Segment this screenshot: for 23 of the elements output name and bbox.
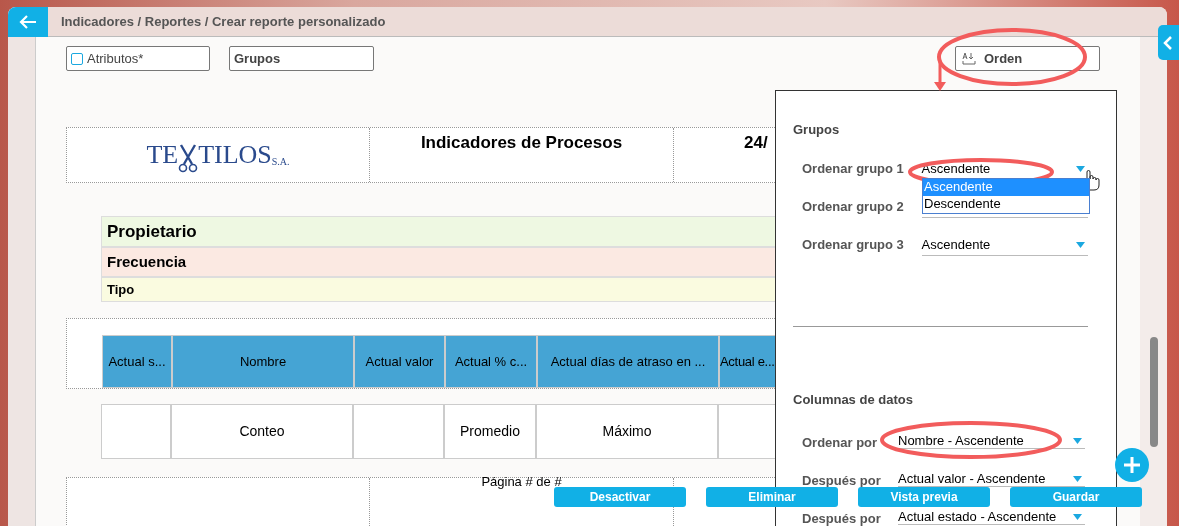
report-title: Indicadores de Procesos: [420, 132, 623, 154]
field-label: Después por: [802, 472, 882, 490]
report-date: 24/: [744, 132, 768, 154]
column-header: Nombre: [172, 335, 354, 388]
section-title: Columnas de datos: [793, 390, 914, 409]
column-header: Actual valor: [354, 335, 445, 388]
column-header: Actual % c...: [445, 335, 537, 388]
table-cell: Promedio: [444, 404, 536, 459]
company-logo: TE TILOSS.A.: [146, 142, 290, 168]
field-label: Ordenar grupo 3: [802, 236, 905, 255]
column-header: Actual días de atraso en ...: [537, 335, 719, 388]
field-label: Ordenar por: [802, 434, 879, 452]
field-label: Después por: [802, 510, 882, 526]
group-label: Propietario: [107, 220, 197, 243]
field-label: Ordenar grupo 2: [802, 198, 905, 217]
breadcrumb: Indicadores / Reportes / Crear reporte personalizado: [61, 12, 386, 31]
field-label: Ordenar grupo 1: [802, 160, 905, 179]
group-label: Frecuencia: [107, 251, 187, 272]
table-cell: Conteo: [171, 404, 353, 459]
group-label: Tipo: [107, 280, 135, 299]
section-title: Grupos: [793, 121, 841, 139]
column-header: Actual s...: [102, 335, 172, 388]
table-cell: Máximo: [536, 404, 718, 459]
